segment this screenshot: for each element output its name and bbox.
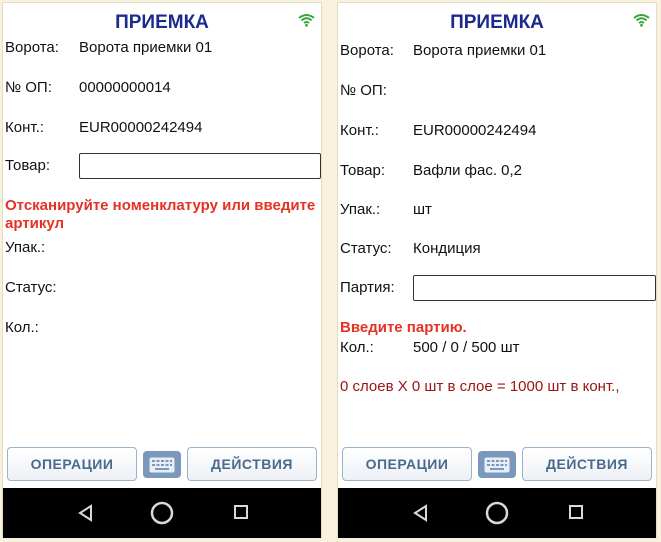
container-label: Конт.: [340, 122, 379, 139]
home-icon[interactable] [484, 500, 510, 526]
op-label: № ОП: [5, 79, 52, 96]
product-label: Товар: [5, 157, 50, 174]
qty-label: Кол.: [5, 319, 39, 336]
recents-icon[interactable] [568, 504, 584, 520]
pack-value: шт [413, 201, 432, 218]
wifi-icon [298, 14, 315, 27]
op-row: № ОП: [340, 78, 656, 104]
layers-note: 0 слоев X 0 шт в слое = 1000 шт в конт., [340, 378, 620, 395]
container-row: Конт.: EUR00000242494 [5, 115, 321, 141]
page-title: ПРИЕМКА [115, 12, 209, 33]
status-value: Кондиция [413, 240, 481, 257]
back-icon[interactable] [412, 504, 430, 522]
qty-value: 500 / 0 / 500 шт [413, 339, 520, 356]
qty-row: Кол.: [5, 315, 321, 341]
screen-batch-entry: ПРИЕМКА Ворота: Ворота приемки 01 № ОП: … [337, 2, 657, 538]
keyboard-button[interactable] [143, 451, 181, 478]
page-title: ПРИЕМКА [450, 12, 544, 33]
keyboard-button[interactable] [478, 451, 516, 478]
qty-label: Кол.: [340, 339, 374, 356]
screen-product-scan: ПРИЕМКА Ворота: Ворота приемки 01 № ОП: … [2, 2, 322, 538]
keyboard-icon [149, 457, 175, 472]
android-navbar [3, 488, 321, 538]
container-row: Конт.: EUR00000242494 [340, 118, 656, 144]
wifi-icon [633, 14, 650, 27]
scan-message: Отсканируйте номенклатуру или введите ар… [5, 197, 316, 232]
pack-row: Упак.: шт [340, 197, 656, 223]
product-label: Товар: [340, 162, 385, 179]
gate-row: Ворота: Ворота приемки 01 [5, 35, 321, 61]
pack-label: Упак.: [340, 201, 381, 218]
status-label: Статус: [340, 240, 392, 257]
gate-value: Ворота приемки 01 [79, 39, 213, 56]
batch-row: Партия: [340, 275, 656, 301]
operations-button[interactable]: ОПЕРАЦИИ [342, 447, 472, 481]
batch-label: Партия: [340, 279, 395, 296]
product-value: Вафли фас. 0,2 [413, 162, 523, 179]
status-row: Статус: [5, 275, 321, 301]
home-icon[interactable] [149, 500, 175, 526]
actions-button[interactable]: ДЕЙСТВИЯ [522, 447, 652, 481]
pack-label: Упак.: [5, 239, 46, 256]
container-label: Конт.: [5, 119, 44, 136]
gate-row: Ворота: Ворота приемки 01 [340, 38, 656, 64]
container-value: EUR00000242494 [413, 122, 537, 139]
op-label: № ОП: [340, 82, 387, 99]
container-value: EUR00000242494 [79, 119, 203, 136]
gate-label: Ворота: [340, 42, 394, 59]
product-input[interactable] [79, 153, 321, 179]
android-navbar [338, 488, 656, 538]
back-icon[interactable] [77, 504, 95, 522]
gate-label: Ворота: [5, 39, 59, 56]
batch-input[interactable] [413, 275, 656, 301]
operations-button[interactable]: ОПЕРАЦИИ [7, 447, 137, 481]
status-label: Статус: [5, 279, 57, 296]
actions-button[interactable]: ДЕЙСТВИЯ [187, 447, 317, 481]
op-row: № ОП: 00000000014 [5, 75, 321, 101]
recents-icon[interactable] [233, 504, 249, 520]
product-row: Товар: [5, 153, 321, 179]
product-row: Товар: Вафли фас. 0,2 [340, 158, 656, 184]
pack-row: Упак.: [5, 235, 321, 261]
gate-value: Ворота приемки 01 [413, 42, 547, 59]
status-row: Статус: Кондиция [340, 236, 656, 262]
qty-row: Кол.: 500 / 0 / 500 шт [340, 335, 656, 361]
op-value: 00000000014 [79, 79, 171, 96]
keyboard-icon [484, 457, 510, 472]
